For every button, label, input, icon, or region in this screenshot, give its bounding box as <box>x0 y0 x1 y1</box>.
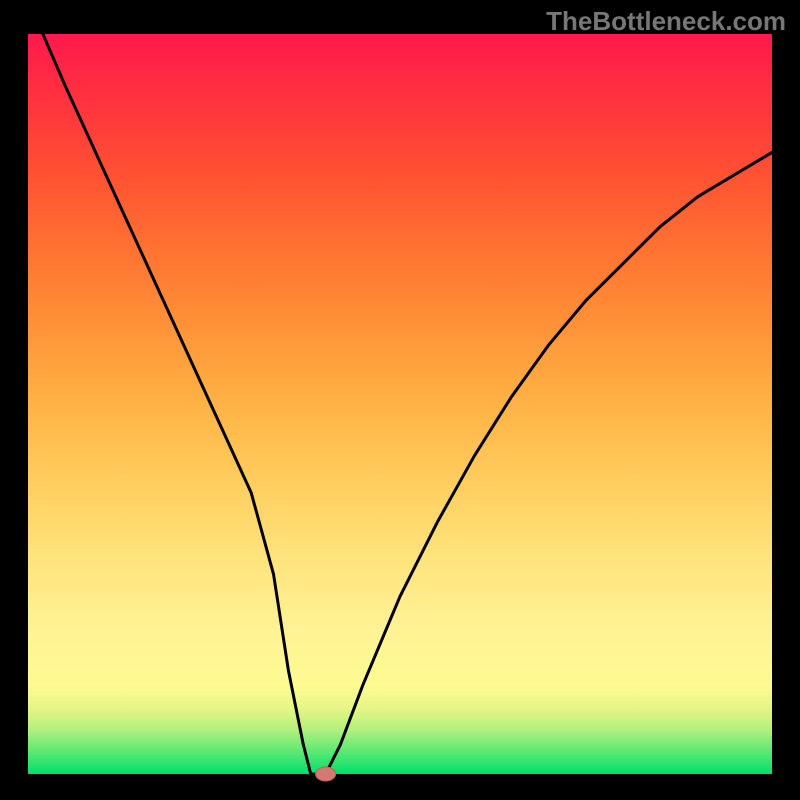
chart-container: TheBottleneck.com <box>0 0 800 800</box>
plot-area <box>28 34 772 774</box>
optimal-point-marker <box>316 767 336 781</box>
watermark-text: TheBottleneck.com <box>546 6 786 37</box>
bottleneck-chart <box>0 0 800 800</box>
